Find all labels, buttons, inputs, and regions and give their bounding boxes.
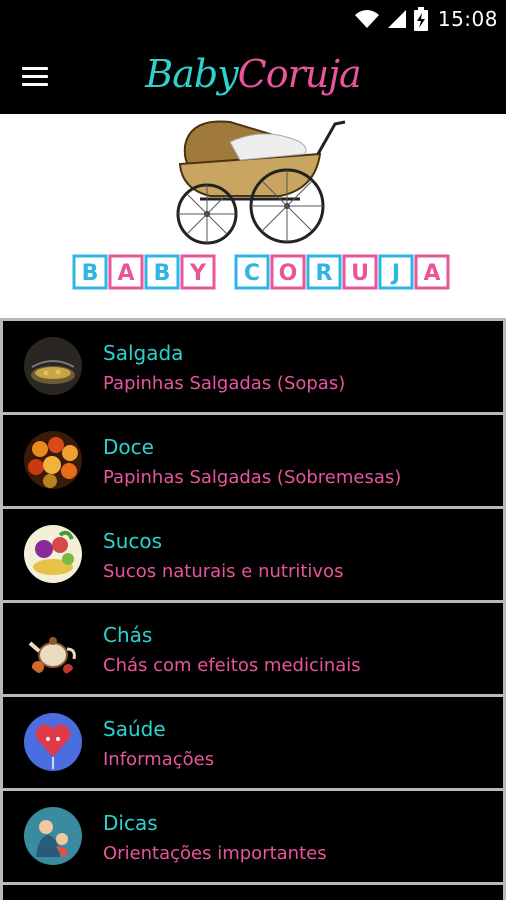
signal-icon	[387, 10, 406, 28]
menu-item-title: Dicas	[103, 811, 158, 835]
menu-item-subtitle: Papinhas Salgadas (Sopas)	[103, 373, 346, 394]
svg-text:A: A	[117, 261, 134, 286]
menu-item-title: Sucos	[103, 529, 163, 553]
status-bar: 15:08	[0, 0, 506, 38]
menu-item-subtitle: Orientações importantes	[103, 843, 327, 864]
soup-pot-icon	[24, 337, 82, 395]
menu-item-subtitle: Sucos naturais e nutritivos	[103, 561, 344, 582]
svg-text:J: J	[390, 261, 400, 286]
menu-item-chas[interactable]: Chás Chás com efeitos medicinais	[3, 603, 503, 694]
menu-item-title: Salgada	[103, 341, 184, 365]
letter-block: A	[414, 254, 450, 290]
status-icons: 15:08	[354, 6, 498, 32]
baby-carriage-illustration: BABYCORUJA	[72, 120, 450, 290]
svg-text:C: C	[244, 261, 260, 286]
app-title-part1: Baby	[145, 52, 238, 96]
wifi-icon	[354, 10, 379, 28]
battery-charging-icon	[413, 7, 428, 31]
menu-item-doce[interactable]: Doce Papinhas Salgadas (Sobremesas)	[3, 415, 503, 506]
letter-block: J	[378, 254, 414, 290]
menu-item-title: Chás	[103, 623, 153, 647]
svg-text:U: U	[351, 261, 369, 286]
menu-item-subtitle: Papinhas Salgadas (Sobremesas)	[103, 467, 402, 488]
menu-item-dicas[interactable]: Dicas Orientações importantes	[3, 791, 503, 882]
app-bar: BabyCoruja	[0, 38, 506, 114]
menu-item-subtitle: Informações	[103, 749, 215, 770]
letter-block: R	[306, 254, 342, 290]
letter-block: A	[108, 254, 144, 290]
letter-block: Y	[180, 254, 216, 290]
menu-item-sucos[interactable]: Sucos Sucos naturais e nutritivos	[3, 509, 503, 600]
letter-block: U	[342, 254, 378, 290]
svg-text:B: B	[82, 261, 99, 286]
menu-item-partial[interactable]	[3, 885, 503, 900]
app-title-part2: Coruja	[237, 52, 362, 96]
letter-block: B	[72, 254, 108, 290]
letter-block: C	[234, 254, 270, 290]
mother-baby-icon	[24, 807, 82, 865]
fruits-icon	[24, 525, 82, 583]
menu-item-saude[interactable]: Saúde Informações	[3, 697, 503, 788]
banner-image: BABYCORUJA	[0, 114, 506, 318]
heart-balloon-icon	[24, 713, 82, 771]
svg-text:Y: Y	[189, 261, 207, 286]
menu-item-subtitle: Chás com efeitos medicinais	[103, 655, 361, 676]
svg-text:A: A	[423, 261, 440, 286]
teapot-icon	[24, 619, 82, 677]
clock: 15:08	[437, 7, 498, 31]
menu-list: Salgada Papinhas Salgadas (Sopas) Doce P…	[0, 318, 506, 900]
fruit-basket-icon	[24, 431, 82, 489]
svg-text:O: O	[279, 261, 298, 286]
svg-text:R: R	[316, 261, 333, 286]
letter-block: O	[270, 254, 306, 290]
menu-item-title: Saúde	[103, 717, 166, 741]
menu-item-title: Doce	[103, 435, 154, 459]
app-title: BabyCoruja	[0, 44, 506, 104]
letter-block: B	[144, 254, 180, 290]
menu-item-salgada[interactable]: Salgada Papinhas Salgadas (Sopas)	[3, 321, 503, 412]
svg-text:B: B	[154, 261, 171, 286]
